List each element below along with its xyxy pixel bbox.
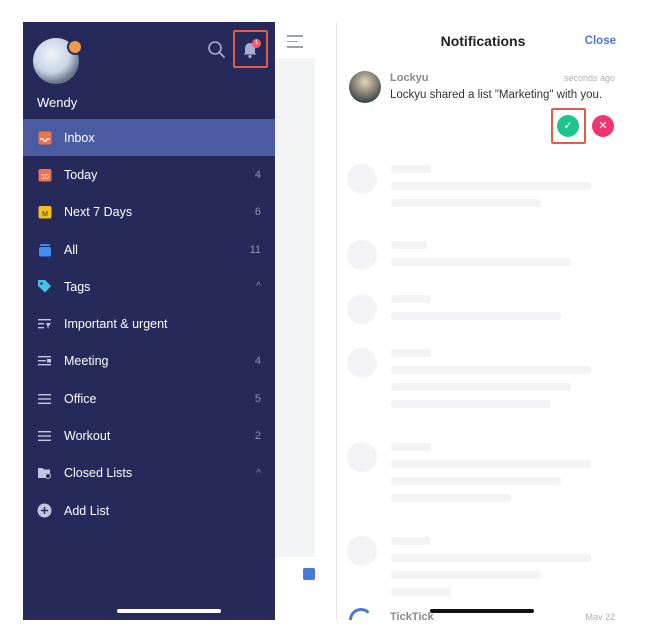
sidebar-item-label: Tags	[64, 279, 91, 294]
placeholder-line	[391, 312, 561, 320]
placeholder-line	[391, 400, 551, 408]
placeholder-line	[391, 295, 431, 303]
placeholder-line	[391, 199, 541, 207]
sidebar-item-count: 11	[249, 243, 261, 256]
sidebar-item-today[interactable]: 10 Today 4	[23, 156, 275, 193]
bell-highlight	[233, 30, 268, 68]
calendar-today-icon: 10	[37, 167, 52, 182]
sidebar-item-count: 6	[254, 206, 261, 219]
home-indicator	[117, 609, 221, 613]
avatar	[349, 71, 381, 103]
placeholder-avatar	[347, 240, 377, 270]
chevron-up-icon[interactable]: ^	[256, 281, 261, 292]
reject-button[interactable]: ✕	[592, 115, 614, 137]
sidebar-item-count: 4	[254, 168, 261, 181]
list-icon	[37, 429, 52, 444]
sidebar-item-closed-lists[interactable]: Closed Lists ^	[23, 455, 275, 492]
placeholder-line	[391, 443, 431, 451]
placeholder-avatar	[347, 442, 377, 472]
main-panel-edge	[275, 22, 315, 620]
sidebar-item-label: Important & urgent	[64, 317, 168, 332]
checkbox-icon[interactable]	[303, 568, 315, 580]
placeholder-line	[391, 182, 591, 190]
crown-badge-icon	[67, 39, 83, 55]
sidebar-item-count: 4	[254, 355, 261, 368]
sidebar-menu: Inbox 10 Today 4 M Next 7 Days 6 All 11 …	[23, 119, 275, 529]
sidebar-item-tags[interactable]: Tags ^	[23, 268, 275, 305]
stack-icon	[37, 242, 52, 257]
placeholder-line	[391, 258, 571, 266]
placeholder-line	[391, 477, 561, 485]
notifications-screen: Notifications Close Lockyu seconds ago L…	[336, 22, 629, 620]
placeholder-line	[391, 537, 431, 545]
sidebar-screen: Wendy 1 Inbox 10 Today 4 M Next 7 Days 6	[23, 22, 315, 620]
plus-circle-icon	[37, 503, 52, 518]
sidebar: Wendy 1 Inbox 10 Today 4 M Next 7 Days 6	[23, 22, 275, 620]
placeholder-line	[391, 554, 591, 562]
accept-highlight	[551, 108, 586, 144]
placeholder-line	[391, 241, 427, 249]
placeholder-avatar	[347, 294, 377, 324]
folder-icon	[37, 466, 52, 481]
sidebar-item-label: Next 7 Days	[64, 205, 133, 220]
notification-list-placeholder	[337, 150, 629, 620]
close-button[interactable]: Close	[585, 35, 616, 47]
sidebar-item-count: 2	[254, 430, 261, 443]
placeholder-line	[391, 383, 571, 391]
placeholder-line	[391, 366, 591, 374]
list-icon	[37, 391, 52, 406]
notification-time: seconds ago	[563, 73, 615, 83]
placeholder-avatar	[347, 164, 377, 194]
notification-message: Lockyu shared a list "Marketing" with yo…	[390, 89, 603, 101]
filter-list-icon	[37, 317, 52, 332]
add-list-button[interactable]: Add List	[23, 492, 275, 529]
placeholder-line	[391, 571, 541, 579]
inbox-icon	[37, 130, 52, 145]
sidebar-item-next-7-days[interactable]: M Next 7 Days 6	[23, 194, 275, 231]
placeholder-line	[391, 349, 431, 357]
placeholder-line	[391, 460, 591, 468]
sidebar-item-meeting[interactable]: Meeting 4	[23, 343, 275, 380]
sidebar-item-label: Add List	[64, 503, 110, 518]
sidebar-item-inbox[interactable]: Inbox	[23, 119, 275, 157]
home-indicator	[430, 609, 534, 613]
sidebar-item-label: Inbox	[64, 130, 95, 145]
sidebar-item-count: 5	[254, 392, 261, 405]
sidebar-item-all[interactable]: All 11	[23, 231, 275, 268]
notification-sender: Lockyu	[390, 72, 429, 84]
placeholder-line	[391, 165, 431, 173]
main-panel-footer	[275, 557, 315, 620]
placeholder-avatar	[347, 348, 377, 378]
hamburger-menu-icon[interactable]	[287, 35, 303, 52]
sidebar-item-workout[interactable]: Workout 2	[23, 417, 275, 454]
sidebar-item-office[interactable]: Office 5	[23, 380, 275, 417]
list-icon	[37, 354, 52, 369]
svg-text:M: M	[42, 211, 48, 218]
sidebar-item-label: All	[64, 242, 78, 257]
search-icon[interactable]	[207, 40, 227, 60]
sidebar-item-label: Workout	[64, 429, 111, 444]
tag-icon	[37, 279, 52, 294]
placeholder-avatar	[347, 536, 377, 566]
sidebar-item-label: Meeting	[64, 354, 109, 369]
notification-time: May 22	[585, 612, 615, 620]
notification-sender: TickTick	[390, 611, 434, 620]
placeholder-line	[391, 588, 451, 596]
username: Wendy	[37, 95, 78, 110]
sidebar-item-label: Closed Lists	[64, 466, 133, 481]
sidebar-item-label: Today	[64, 167, 98, 182]
sidebar-item-important-urgent[interactable]: Important & urgent	[23, 305, 275, 342]
calendar-week-icon: M	[37, 205, 52, 220]
chevron-up-icon[interactable]: ^	[256, 468, 261, 479]
sidebar-item-label: Office	[64, 391, 97, 406]
placeholder-line	[391, 494, 511, 502]
svg-text:10: 10	[41, 174, 49, 181]
